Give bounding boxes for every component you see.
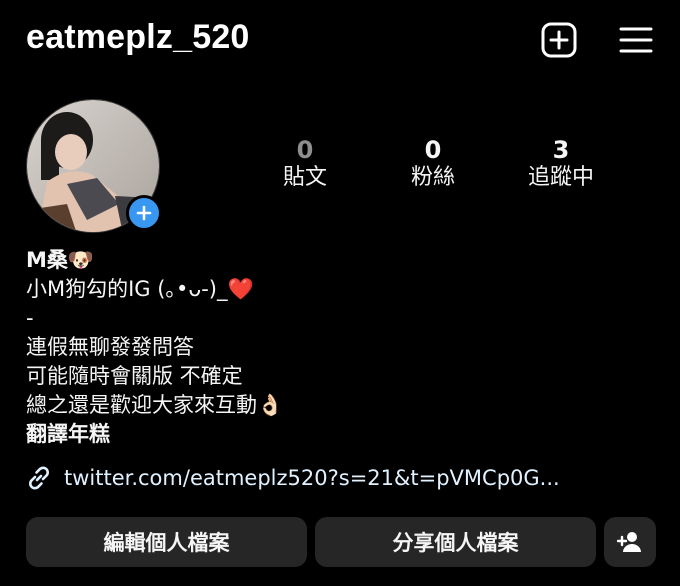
- bio-line: 小M狗勾的IG (｡•ᴗ-)_❤️: [26, 277, 254, 301]
- plus-square-icon: [541, 22, 577, 58]
- hamburger-menu-icon: [619, 27, 653, 53]
- stat-count: 3: [552, 136, 570, 164]
- create-button[interactable]: [539, 20, 579, 60]
- profile-header: eatmeplz_520: [0, 0, 680, 84]
- username[interactable]: eatmeplz_520: [26, 18, 250, 57]
- add-story-button[interactable]: [126, 195, 162, 231]
- bio-line: 連假無聊發發問答: [26, 335, 194, 359]
- stat-label: 貼文: [282, 165, 327, 190]
- stat-followers[interactable]: 0 粉絲: [368, 136, 498, 192]
- add-person-icon: [617, 532, 641, 552]
- stat-posts[interactable]: 0 貼文: [240, 136, 370, 192]
- profile-avatar-container: [26, 99, 162, 235]
- stat-following[interactable]: 3 追蹤中: [496, 136, 626, 192]
- display-name: M桑🐶: [26, 248, 95, 272]
- share-profile-button[interactable]: 分享個人檔案: [315, 517, 596, 567]
- discover-people-button[interactable]: [604, 517, 656, 567]
- stat-count: 0: [296, 136, 314, 164]
- bio-line: 總之還是歡迎大家來互動👌🏻: [26, 393, 284, 417]
- stat-count: 0: [424, 136, 442, 164]
- bio-line: -: [26, 306, 34, 330]
- profile-bio: M桑🐶 小M狗勾的IG (｡•ᴗ-)_❤️ - 連假無聊發發問答 可能隨時會關版…: [26, 246, 646, 449]
- stat-label: 追蹤中: [527, 165, 594, 190]
- bio-line: 可能隨時會關版 不確定: [26, 364, 243, 388]
- link-text: twitter.com/eatmeplz520?s=21&t=pVMCp0G..…: [64, 466, 560, 490]
- stat-label: 粉絲: [410, 165, 455, 190]
- link-icon: [29, 466, 49, 490]
- profile-stats: 0 貼文 0 粉絲 3 追蹤中: [240, 136, 660, 200]
- plus-icon: [136, 205, 152, 221]
- bio-line: 翻譯年糕: [26, 422, 110, 446]
- profile-link[interactable]: twitter.com/eatmeplz520?s=21&t=pVMCp0G..…: [26, 462, 560, 494]
- edit-profile-button[interactable]: 編輯個人檔案: [26, 517, 307, 567]
- menu-button[interactable]: [616, 20, 656, 60]
